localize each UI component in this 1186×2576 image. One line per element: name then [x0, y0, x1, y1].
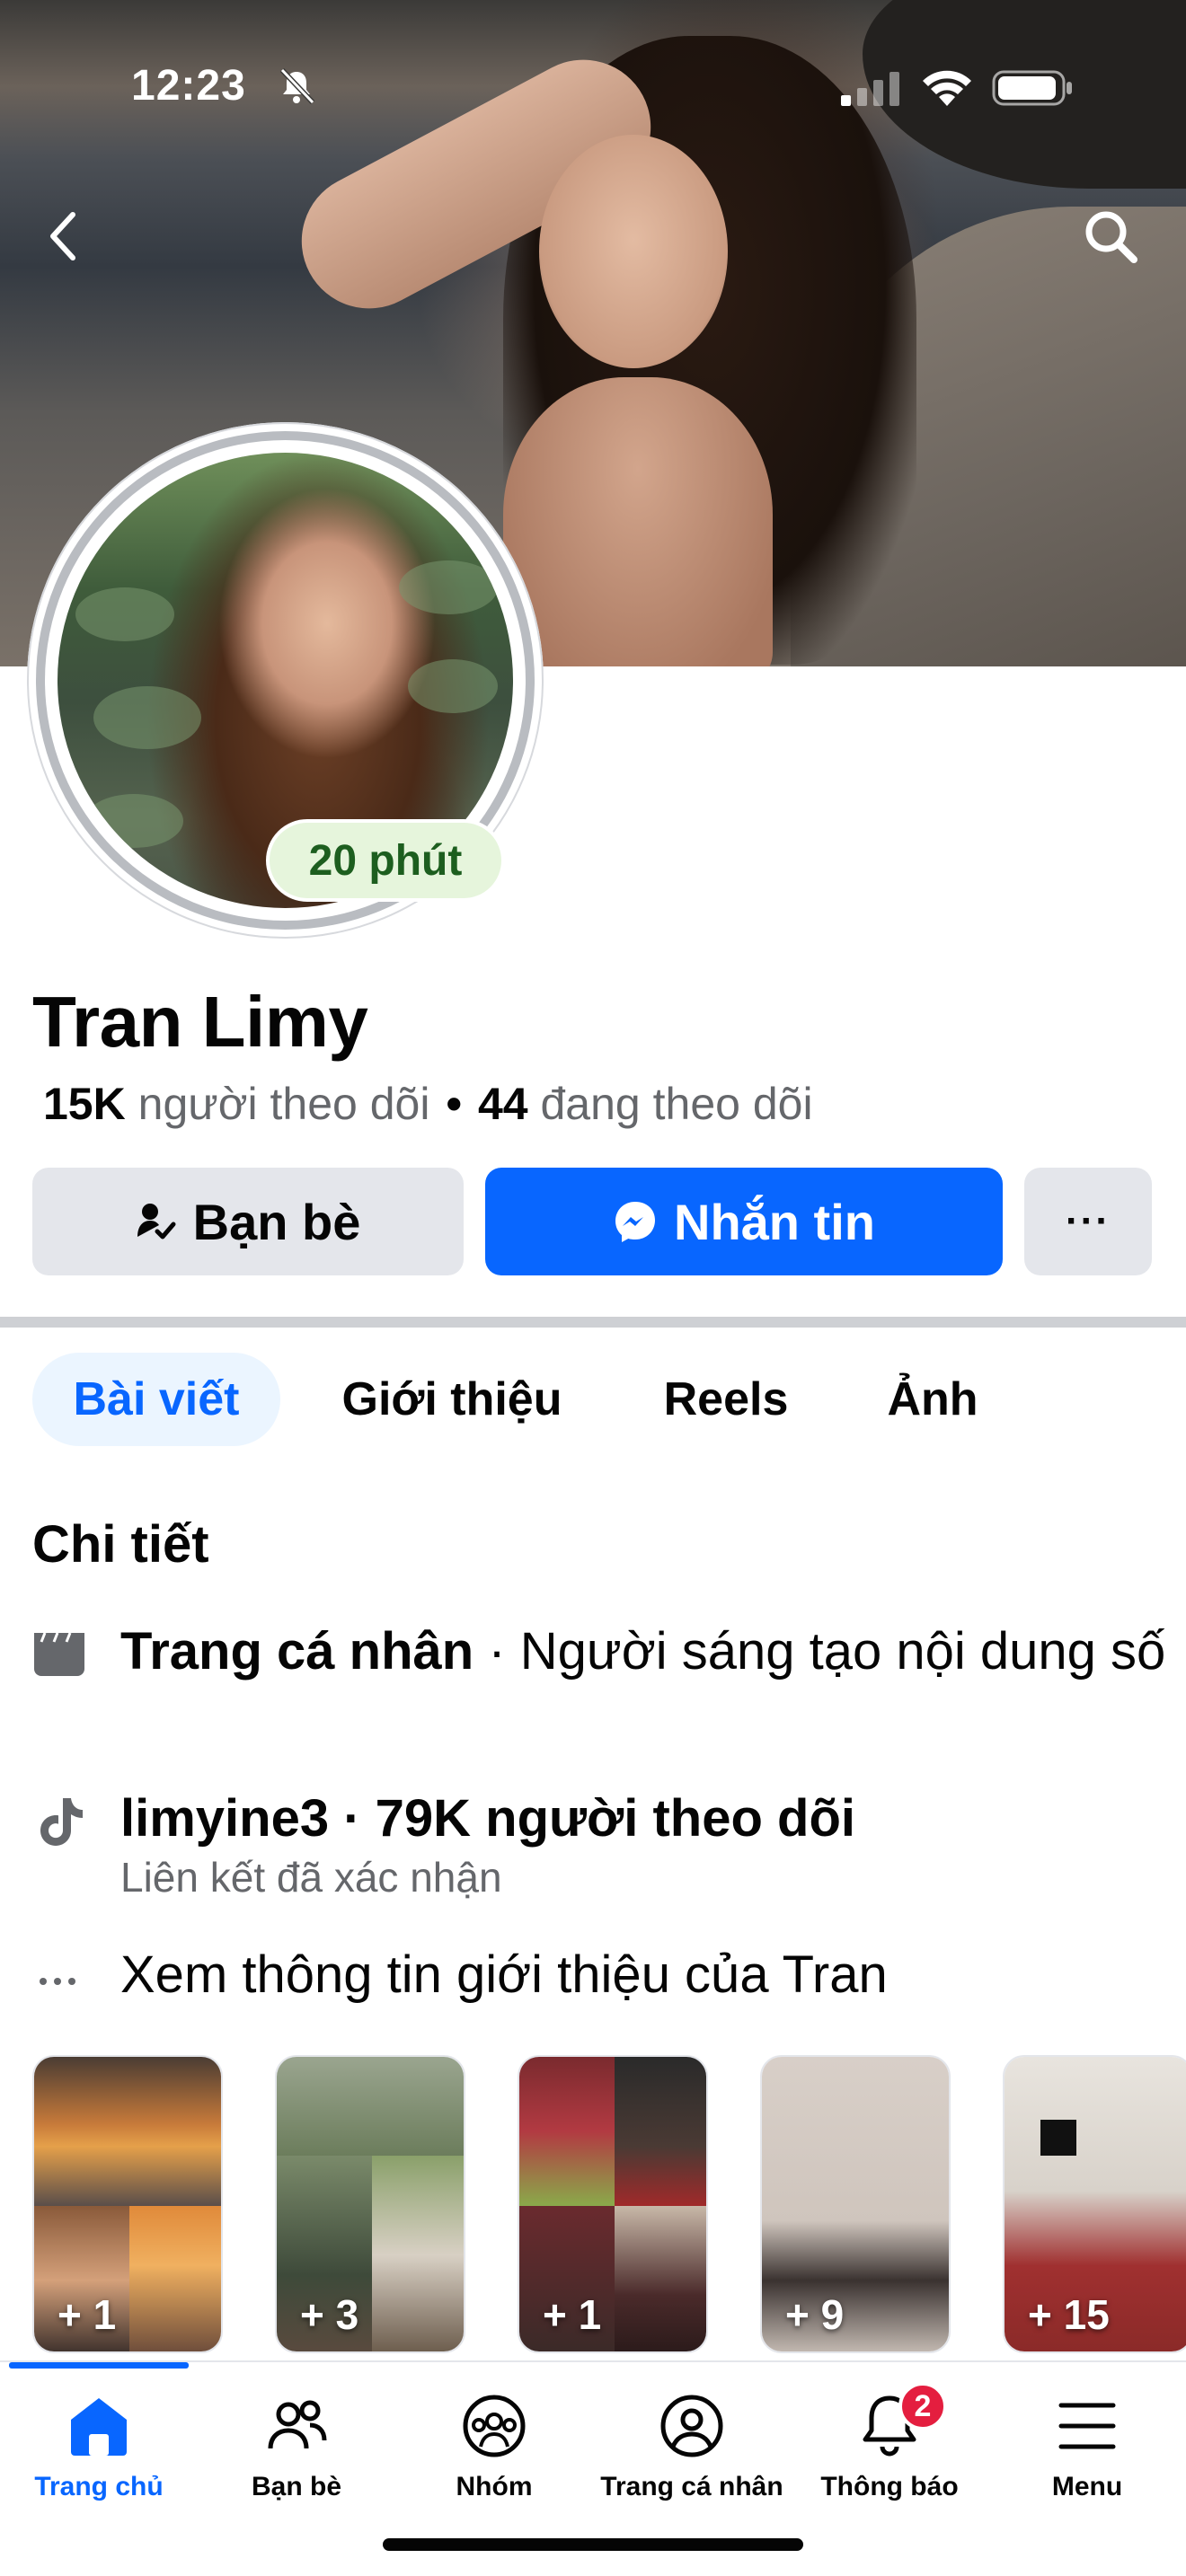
following-label: đang theo dõi — [540, 1079, 813, 1129]
cellular-signal-icon — [841, 72, 899, 106]
nav-menu[interactable]: Menu — [988, 2389, 1186, 2506]
highlight-album[interactable]: + 1 — [32, 2055, 223, 2353]
nav-home-label: Trang chủ — [34, 2472, 164, 2501]
menu-icon — [1058, 2403, 1116, 2449]
tab-reels[interactable]: Reels — [629, 1353, 823, 1446]
highlight-count: + 15 — [1028, 2291, 1110, 2338]
highlight-count: + 1 — [58, 2291, 117, 2338]
status-time: 12:23 — [131, 62, 246, 110]
more-dots-icon — [40, 1978, 75, 1985]
nav-friends[interactable]: Bạn bè — [198, 2389, 395, 2506]
highlight-album[interactable]: + 9 — [760, 2055, 951, 2353]
tiktok-verified-label: Liên kết đã xác nhận — [120, 1854, 502, 1901]
friends-button[interactable]: Bạn bè — [32, 1168, 464, 1275]
highlight-count: + 9 — [785, 2291, 845, 2338]
following-count: 44 — [477, 1079, 528, 1129]
see-more-about-link: Xem thông tin giới thiệu của Tran — [120, 1945, 888, 2004]
friends-icon — [268, 2400, 327, 2449]
nav-notifications-label: Thông báo — [820, 2472, 959, 2501]
detail-tiktok[interactable]: limyine3 · 79K người theo dõi Liên kết đ… — [32, 1787, 1164, 1913]
chevron-left-icon — [50, 212, 75, 260]
nav-menu-label: Menu — [1051, 2472, 1123, 2501]
nav-notifications[interactable]: Thông báo — [791, 2389, 988, 2506]
highlight-count: + 1 — [543, 2291, 602, 2338]
details-title: Chi tiết — [32, 1515, 209, 1574]
friend-check-icon — [137, 1204, 176, 1239]
message-button[interactable]: Nhắn tin — [485, 1168, 1003, 1275]
more-options-icon: ··· — [1066, 1199, 1111, 1243]
friends-button-label: Bạn bè — [192, 1193, 361, 1250]
followers-count: 15K — [43, 1079, 126, 1129]
nav-profile[interactable]: Trang cá nhân — [593, 2389, 791, 2506]
highlight-album[interactable]: + 1 — [518, 2055, 708, 2353]
story-time-badge[interactable]: 20 phút — [266, 819, 505, 902]
wifi-icon — [923, 70, 971, 106]
messenger-icon — [615, 1202, 655, 1242]
tiktok-handle: limyine3 · 79K người theo dõi — [120, 1789, 856, 1848]
video-board-icon — [34, 1632, 84, 1676]
tab-about[interactable]: Giới thiệu — [314, 1353, 589, 1446]
profile-icon — [660, 2395, 723, 2457]
active-tab-indicator — [9, 2362, 189, 2369]
section-divider — [0, 1317, 1186, 1328]
highlight-album[interactable]: + 15 — [1003, 2055, 1186, 2353]
profile-name: Tran Limy — [32, 982, 368, 1062]
highlight-album[interactable]: + 3 — [275, 2055, 465, 2353]
follow-stats[interactable]: 15K người theo dõi • 44 đang theo dõi — [43, 1078, 813, 1130]
search-icon — [1085, 211, 1137, 263]
detail-page-type: Trang cá nhân · Người sáng tạo nội dung … — [32, 1620, 1166, 1755]
nav-groups-label: Nhóm — [456, 2472, 533, 2501]
notification-count-badge: 2 — [898, 2382, 947, 2430]
nav-home[interactable]: Trang chủ — [0, 2389, 198, 2506]
message-button-label: Nhắn tin — [674, 1193, 875, 1250]
search-button[interactable] — [1075, 205, 1146, 268]
detail-see-more[interactable]: Xem thông tin giới thiệu của Tran — [32, 1944, 1164, 2016]
groups-icon — [463, 2395, 526, 2457]
nav-friends-label: Bạn bè — [251, 2472, 342, 2501]
back-button[interactable] — [32, 205, 95, 268]
tab-photos[interactable]: Ảnh — [863, 1353, 1003, 1446]
highlight-count: + 3 — [300, 2291, 359, 2338]
more-options-button[interactable]: ··· — [1024, 1168, 1152, 1275]
home-indicator — [383, 2538, 803, 2551]
separator-dot: • — [446, 1079, 462, 1129]
tab-posts[interactable]: Bài viết — [32, 1353, 280, 1446]
followers-label: người theo dõi — [137, 1079, 430, 1129]
home-icon — [71, 2398, 127, 2456]
nav-profile-label: Trang cá nhân — [600, 2472, 783, 2501]
page-type-category: · Người sáng tạo nội dung số — [474, 1622, 1166, 1681]
page-type-label: Trang cá nhân — [120, 1622, 474, 1681]
battery-icon — [992, 70, 1072, 106]
tiktok-icon — [40, 1798, 83, 1846]
nav-groups[interactable]: Nhóm — [395, 2389, 593, 2506]
status-bar: 12:23 — [0, 54, 1186, 117]
bell-muted-icon — [279, 67, 315, 105]
